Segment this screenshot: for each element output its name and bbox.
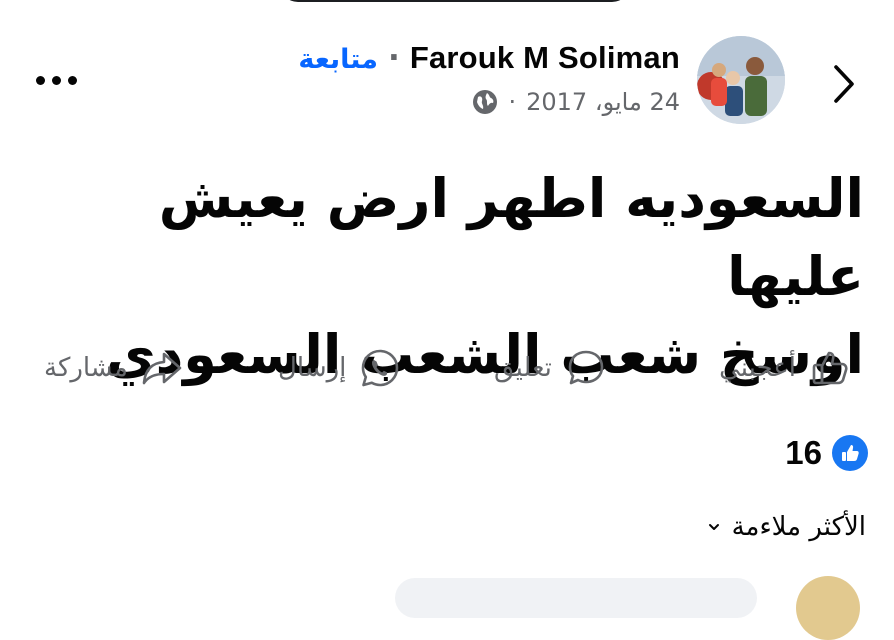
comment-bubble-icon xyxy=(564,346,608,390)
comment-button[interactable]: تعليق xyxy=(494,340,608,396)
send-button[interactable]: إرسال xyxy=(278,340,402,396)
back-button[interactable] xyxy=(818,58,870,110)
send-label: إرسال xyxy=(278,353,347,383)
post-text-line: السعوديه اطهر ارض يعيش عليها xyxy=(158,167,864,308)
share-arrow-icon xyxy=(140,346,184,390)
more-options-button[interactable] xyxy=(26,62,86,98)
commenter-avatar[interactable] xyxy=(796,576,860,640)
sort-label: الأكثر ملاءمة xyxy=(731,512,866,542)
whatsapp-icon xyxy=(358,346,402,390)
separator-dot: · xyxy=(388,40,400,76)
avatar-photo xyxy=(697,36,785,124)
comment-sort-dropdown[interactable]: الأكثر ملاءمة xyxy=(706,512,866,542)
author-line: متابعة · Farouk M Soliman xyxy=(298,40,680,76)
share-label: مشاركة xyxy=(44,353,128,383)
post-date[interactable]: 24 مايو، 2017 xyxy=(526,88,680,116)
more-horizontal-icon-dot xyxy=(67,75,77,85)
more-horizontal-icon-dot xyxy=(51,75,61,85)
chevron-right-icon xyxy=(834,65,854,103)
author-avatar[interactable] xyxy=(697,36,785,124)
top-partial-element xyxy=(280,0,630,2)
follow-link[interactable]: متابعة xyxy=(298,44,378,75)
like-reaction-icon xyxy=(832,435,868,471)
more-horizontal-icon-dot xyxy=(35,75,45,85)
comment-label: تعليق xyxy=(494,353,552,383)
author-name[interactable]: Farouk M Soliman xyxy=(410,40,680,75)
date-separator: · xyxy=(508,88,517,116)
share-button[interactable]: مشاركة xyxy=(44,340,184,396)
thumbs-up-icon xyxy=(808,346,852,390)
comment-bubble[interactable] xyxy=(395,578,757,618)
post-meta: · 24 مايو، 2017 xyxy=(472,88,680,116)
like-button[interactable]: أعجبني xyxy=(719,340,852,396)
reaction-count: 16 xyxy=(785,434,822,471)
chevron-down-icon xyxy=(708,524,719,530)
reactions-summary[interactable]: 16 xyxy=(785,434,868,472)
globe-icon xyxy=(473,90,498,114)
like-label: أعجبني xyxy=(719,353,796,383)
